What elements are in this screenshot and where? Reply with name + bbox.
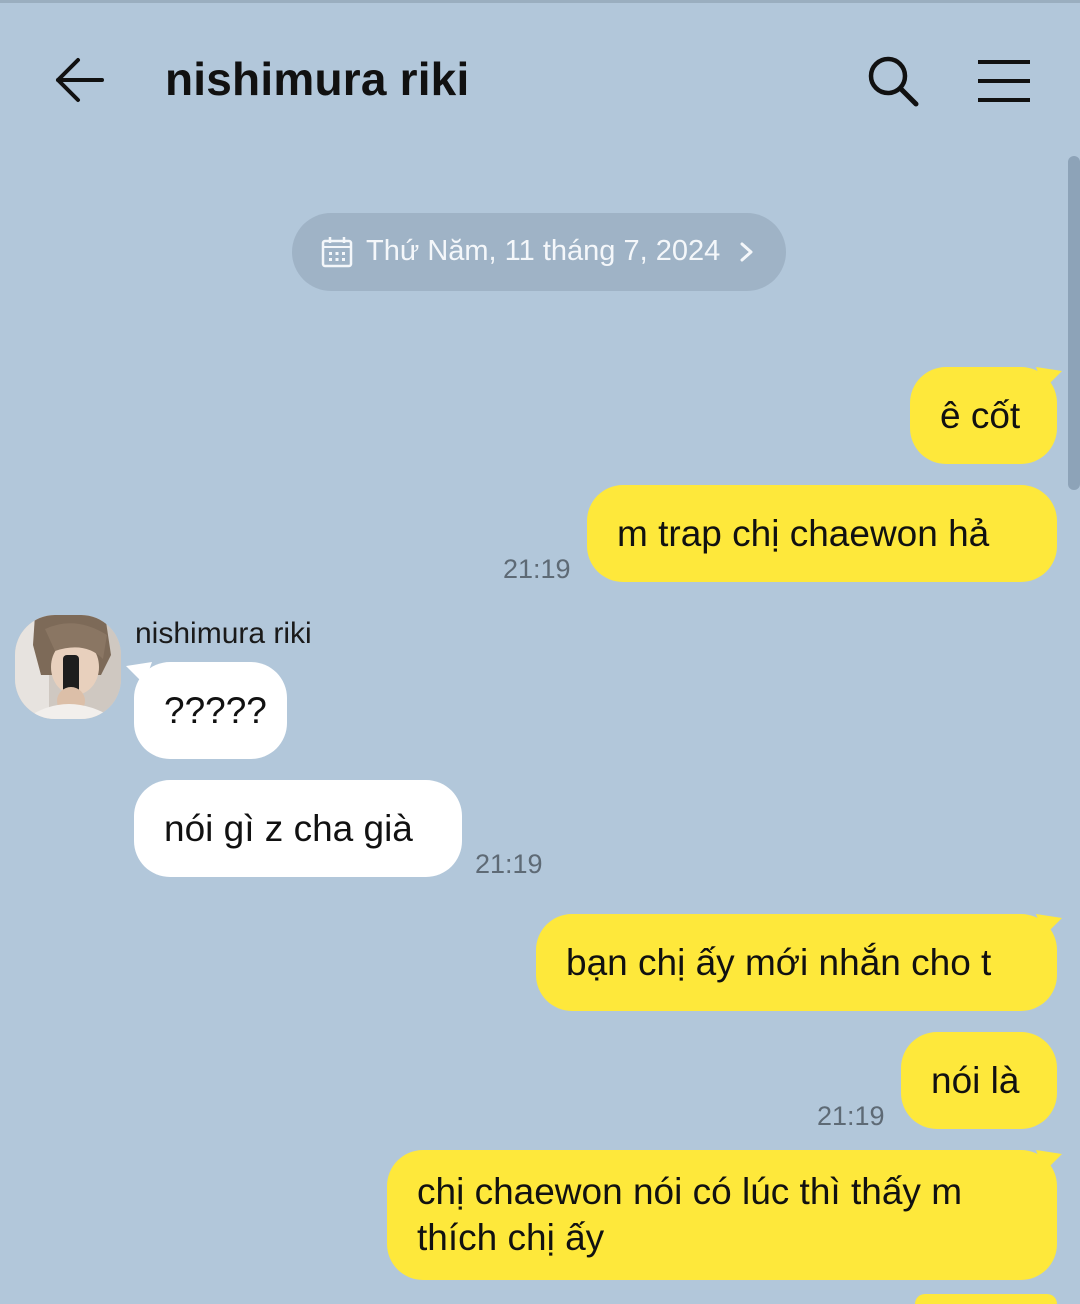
bubble-tail [1036, 1150, 1062, 1172]
bubble-tail [1036, 914, 1062, 936]
chat-title: nishimura riki [165, 53, 470, 105]
search-button[interactable] [862, 50, 926, 114]
back-button[interactable] [50, 50, 110, 110]
hamburger-menu-icon [978, 60, 1030, 102]
menu-button[interactable] [972, 52, 1036, 112]
bubble-tail [1036, 367, 1062, 389]
message-bubble-sent[interactable]: chị chaewon nói có lúc thì thấy m thích … [387, 1150, 1057, 1280]
message-bubble-sent[interactable]: m trap chị chaewon hả [587, 485, 1057, 582]
scrollbar[interactable] [1068, 156, 1080, 490]
message-bubble-received[interactable]: nói gì z cha già [134, 780, 462, 877]
message-text: nói gì z cha già [164, 807, 413, 849]
message-bubble-partial [915, 1294, 1057, 1304]
chevron-right-icon [740, 242, 753, 262]
message-time: 21:19 [503, 554, 571, 584]
contact-avatar[interactable] [15, 615, 121, 719]
message-bubble-sent[interactable]: nói là [901, 1032, 1057, 1129]
message-text: ê cốt [940, 394, 1021, 436]
message-text: ????? [164, 689, 267, 731]
arrow-left-icon [56, 58, 104, 102]
message-bubble-sent[interactable]: bạn chị ấy mới nhắn cho t [536, 914, 1057, 1011]
message-time: 21:19 [817, 1101, 885, 1131]
date-separator[interactable]: Thứ Năm, 11 tháng 7, 2024 [292, 213, 786, 291]
message-text: m trap chị chaewon hả [617, 512, 990, 554]
chat-header: nishimura riki [0, 0, 1080, 160]
message-text: bạn chị ấy mới nhắn cho t [566, 941, 992, 983]
date-label: Thứ Năm, 11 tháng 7, 2024 [366, 235, 721, 267]
message-bubble-sent[interactable]: ê cốt [910, 367, 1057, 464]
message-bubble-received[interactable]: ????? [134, 662, 287, 759]
search-icon [868, 56, 919, 107]
message-text: chị chaewon nói có lúc thì thấy m thích … [417, 1171, 963, 1258]
calendar-icon [321, 237, 353, 268]
sender-name: nishimura riki [135, 617, 312, 650]
bubble-tail [126, 662, 152, 684]
profile-photo [15, 615, 121, 719]
message-time: 21:19 [475, 849, 543, 879]
message-text: nói là [931, 1059, 1020, 1101]
